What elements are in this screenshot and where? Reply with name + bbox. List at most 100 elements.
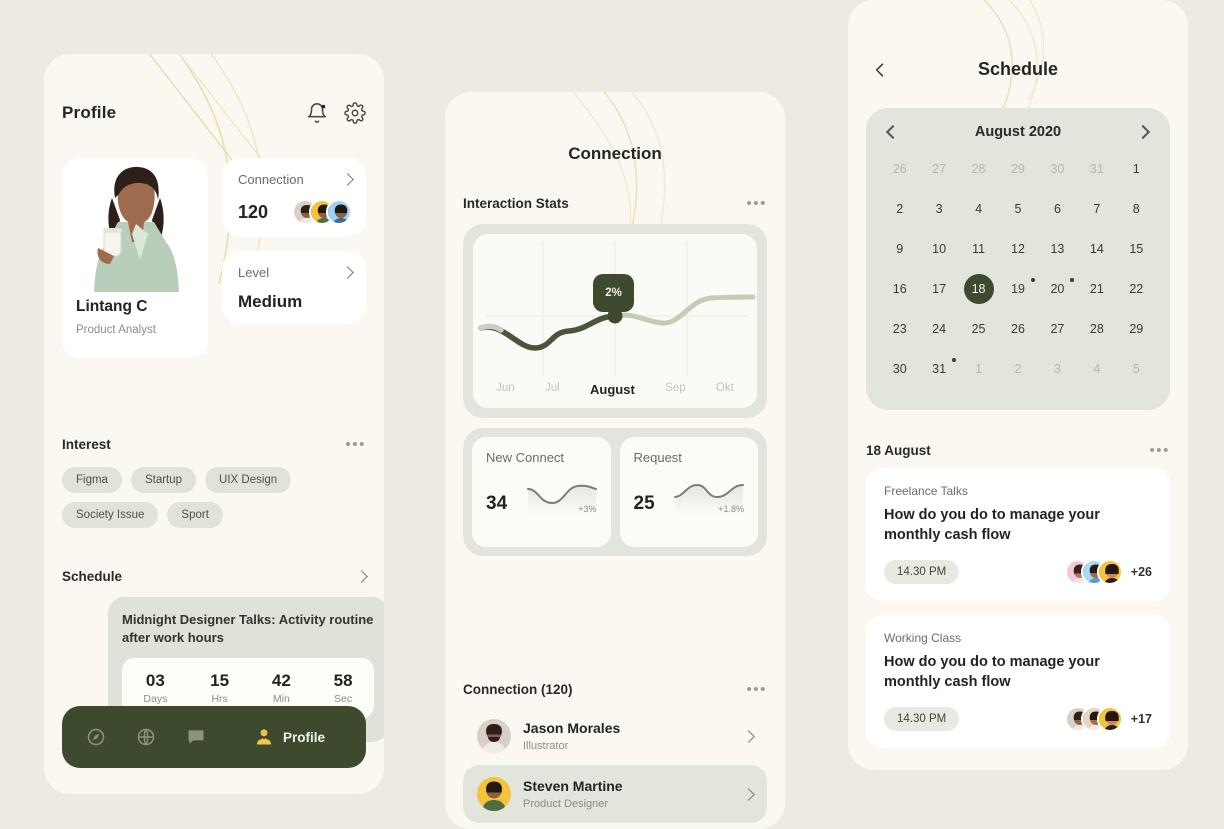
calendar-day[interactable]: 10 <box>919 234 958 264</box>
interest-tag[interactable]: Sport <box>167 502 223 528</box>
chevron-right-icon[interactable] <box>742 787 755 801</box>
request-card[interactable]: Request 25 +1.8% <box>619 437 758 547</box>
calendar-day-number: 20 <box>1050 282 1065 296</box>
chart-x-tick[interactable]: Jun <box>496 382 515 397</box>
compass-icon[interactable] <box>86 727 106 747</box>
calendar-day[interactable]: 2 <box>880 194 919 224</box>
app-stage: Profile Lintang C Product Analyst Connec… <box>0 0 1224 829</box>
event-attendees[interactable]: +17 <box>1064 706 1152 732</box>
person-icon <box>254 727 274 747</box>
calendar-day[interactable]: 6 <box>1038 194 1077 224</box>
calendar-day[interactable]: 1 <box>959 354 998 384</box>
event-attendees[interactable]: +26 <box>1064 559 1152 585</box>
calendar-day[interactable]: 11 <box>959 234 998 264</box>
nav-item-profile[interactable]: Profile <box>254 727 325 747</box>
chart-x-tick[interactable]: Okt <box>716 382 734 397</box>
bell-icon[interactable] <box>306 102 328 124</box>
calendar-day[interactable]: 27 <box>919 154 958 184</box>
connection-list-more-button[interactable]: ••• <box>746 682 767 697</box>
calendar-day[interactable]: 7 <box>1077 194 1116 224</box>
list-item[interactable]: Philip Morris Lead Designer <box>463 823 767 829</box>
schedule-section-header: Schedule <box>62 569 368 584</box>
calendar-event-dot <box>1070 278 1075 282</box>
calendar-day[interactable]: 26 <box>998 314 1037 344</box>
connection-avatars[interactable] <box>292 199 352 225</box>
calendar-day[interactable]: 30 <box>880 354 919 384</box>
next-month-icon[interactable] <box>1135 124 1151 140</box>
calendar-day[interactable]: 3 <box>1038 354 1077 384</box>
calendar-day-selected[interactable]: 18 <box>959 274 998 304</box>
calendar-day[interactable]: 5 <box>998 194 1037 224</box>
interest-more-button[interactable]: ••• <box>345 437 366 452</box>
calendar-day[interactable]: 24 <box>919 314 958 344</box>
calendar-day[interactable]: 31 <box>919 354 958 384</box>
calendar-day[interactable]: 19 <box>998 274 1037 304</box>
event-card[interactable]: Freelance Talks How do you do to manage … <box>866 468 1170 601</box>
calendar-day[interactable]: 13 <box>1038 234 1077 264</box>
chart-x-tick[interactable]: Sep <box>665 382 685 397</box>
calendar-day[interactable]: 29 <box>998 154 1037 184</box>
calendar-day-number: 26 <box>892 162 907 176</box>
calendar-day[interactable]: 3 <box>919 194 958 224</box>
calendar-day[interactable]: 9 <box>880 234 919 264</box>
events-more-button[interactable]: ••• <box>1149 443 1170 458</box>
calendar-day[interactable]: 28 <box>959 154 998 184</box>
calendar-day[interactable]: 14 <box>1077 234 1116 264</box>
interaction-chart[interactable]: 2% Jun Jul August Sep Okt <box>473 234 757 408</box>
chart-x-tick[interactable]: Jul <box>545 382 560 397</box>
gear-icon[interactable] <box>344 102 366 124</box>
calendar-day[interactable]: 4 <box>959 194 998 224</box>
chevron-right-icon[interactable] <box>341 173 354 186</box>
avatar <box>477 719 511 753</box>
calendar-day[interactable]: 26 <box>880 154 919 184</box>
request-delta: +1.8% <box>718 504 744 514</box>
calendar-day[interactable]: 28 <box>1077 314 1116 344</box>
calendar-day[interactable]: 22 <box>1117 274 1156 304</box>
calendar-day[interactable]: 1 <box>1117 154 1156 184</box>
calendar-day[interactable]: 20 <box>1038 274 1077 304</box>
calendar-day-number: 27 <box>1050 322 1065 336</box>
calendar-day[interactable]: 25 <box>959 314 998 344</box>
interest-tag[interactable]: UIX Design <box>205 467 292 493</box>
calendar-day[interactable]: 15 <box>1117 234 1156 264</box>
chart-tooltip: 2% <box>593 274 634 312</box>
new-connect-card[interactable]: New Connect 34 +3% <box>472 437 611 547</box>
chat-icon[interactable] <box>186 727 206 747</box>
interest-tag[interactable]: Figma <box>62 467 122 493</box>
calendar-day[interactable]: 27 <box>1038 314 1077 344</box>
calendar-day-number: 3 <box>1053 362 1061 376</box>
calendar-day[interactable]: 30 <box>1038 154 1077 184</box>
prev-month-icon[interactable] <box>885 124 901 140</box>
chevron-right-icon[interactable] <box>742 729 755 743</box>
request-body: 25 +1.8% <box>634 479 746 515</box>
calendar-month-label: August 2020 <box>974 124 1062 140</box>
calendar-day[interactable]: 21 <box>1077 274 1116 304</box>
profile-photo-card[interactable]: Lintang C Product Analyst <box>62 158 208 358</box>
chevron-right-icon[interactable] <box>355 570 368 583</box>
interest-tag[interactable]: Startup <box>130 467 197 493</box>
countdown-unit: 15 Hrs <box>210 671 229 705</box>
list-item[interactable]: Steven Martine Product Designer <box>463 765 767 823</box>
calendar-day[interactable]: 5 <box>1117 354 1156 384</box>
calendar-day[interactable]: 31 <box>1077 154 1116 184</box>
interaction-stats-more-button[interactable]: ••• <box>746 196 767 211</box>
calendar-day[interactable]: 23 <box>880 314 919 344</box>
event-card[interactable]: Working Class How do you do to manage yo… <box>866 615 1170 748</box>
connection-card[interactable]: Connection 120 <box>222 158 366 237</box>
interest-tag[interactable]: Society Issue <box>62 502 159 528</box>
calendar-day[interactable]: 2 <box>998 354 1037 384</box>
calendar-day[interactable]: 29 <box>1117 314 1156 344</box>
calendar-day[interactable]: 12 <box>998 234 1037 264</box>
calendar-day-number: 23 <box>892 322 907 336</box>
chevron-right-icon[interactable] <box>341 266 354 279</box>
calendar-event-dot <box>951 358 956 362</box>
calendar-day[interactable]: 4 <box>1077 354 1116 384</box>
chart-x-tick-active[interactable]: August <box>590 382 635 397</box>
calendar-day[interactable]: 17 <box>919 274 958 304</box>
calendar-day-number: 29 <box>1129 322 1144 336</box>
globe-icon[interactable] <box>136 727 156 747</box>
level-card[interactable]: Level Medium <box>222 251 366 324</box>
list-item[interactable]: Jason Morales Illustrator <box>463 707 767 765</box>
calendar-day[interactable]: 8 <box>1117 194 1156 224</box>
calendar-day[interactable]: 16 <box>880 274 919 304</box>
